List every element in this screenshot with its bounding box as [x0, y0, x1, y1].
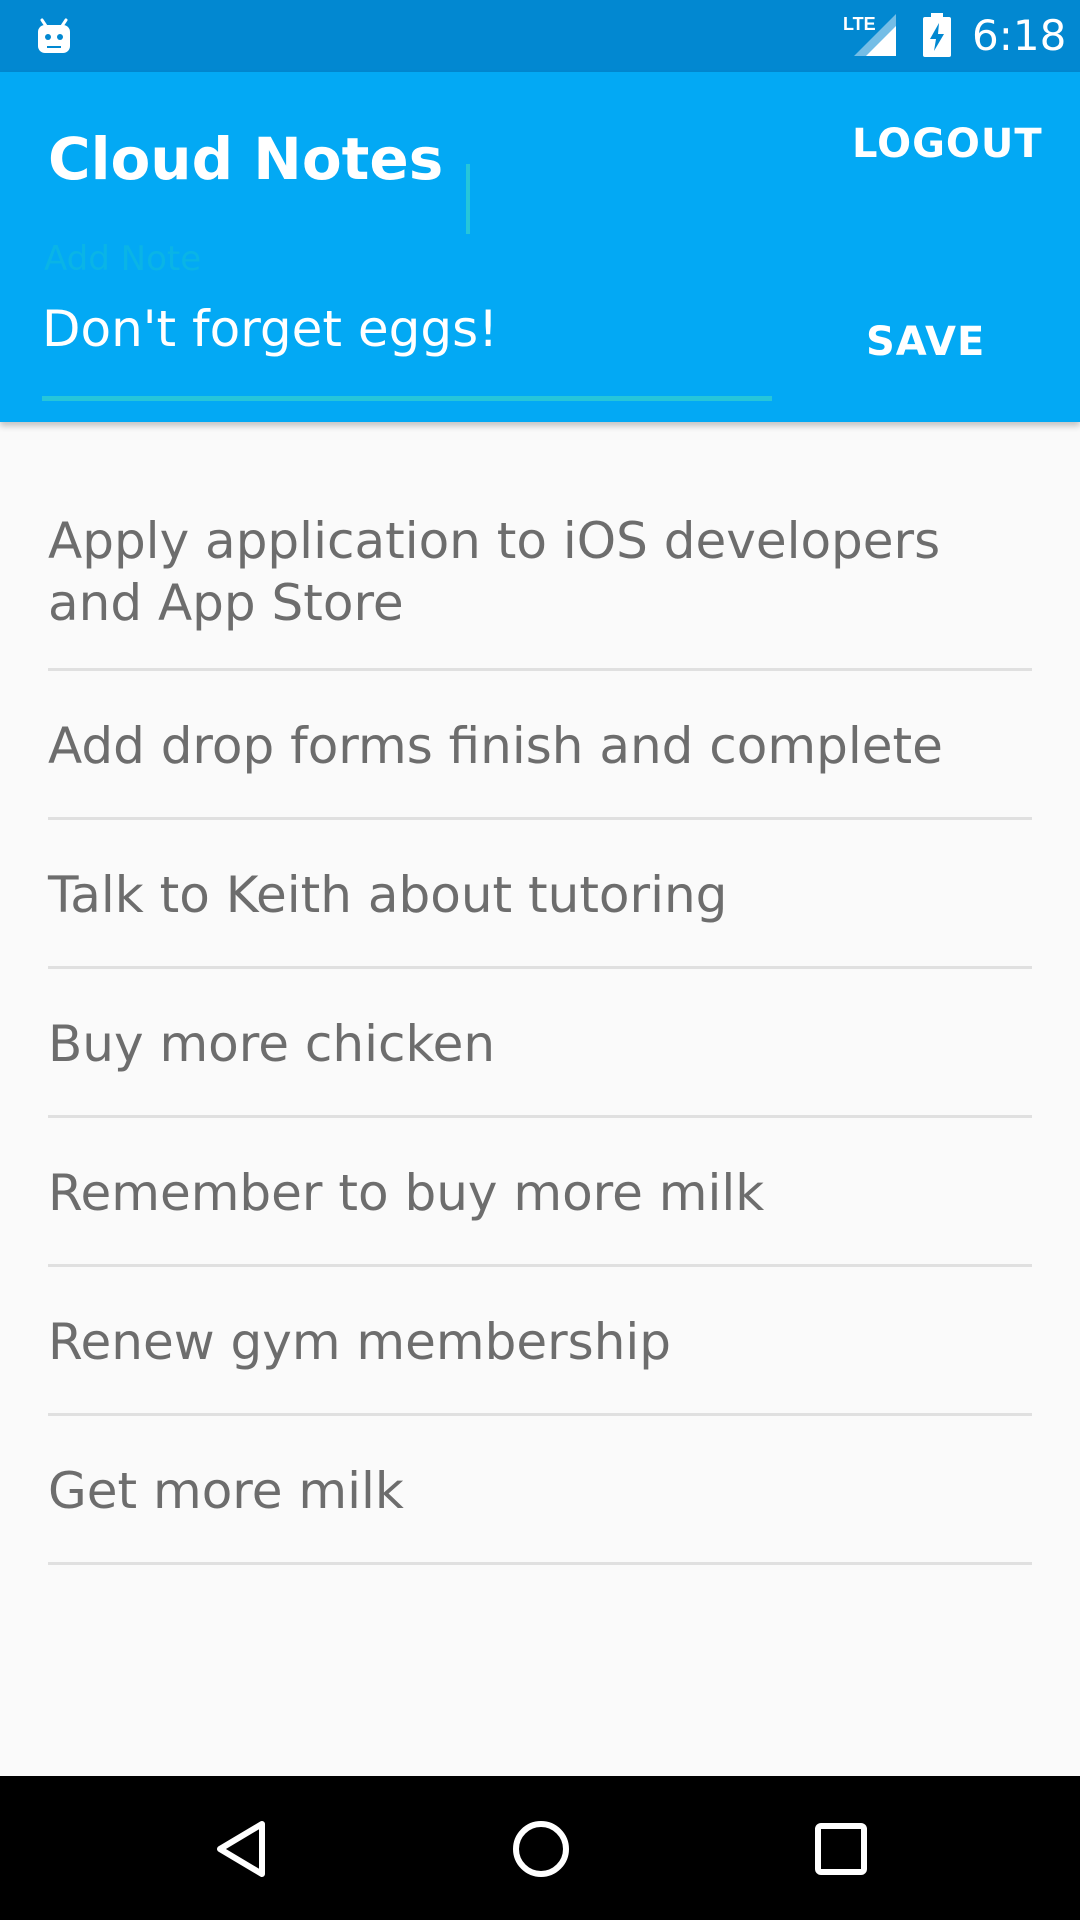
note-item[interactable]: Buy more chicken: [48, 969, 1032, 1118]
note-item[interactable]: Remember to buy more milk: [48, 1118, 1032, 1267]
note-item[interactable]: Renew gym membership: [48, 1267, 1032, 1416]
notes-list: Apply application to iOS developers and …: [48, 448, 1032, 1565]
note-input[interactable]: Don't forget eggs!: [42, 292, 772, 372]
logout-button[interactable]: LOGOUT: [852, 116, 1043, 172]
text-caret: [466, 164, 470, 234]
note-item[interactable]: Get more milk: [48, 1416, 1032, 1565]
note-input-value: Don't forget eggs!: [42, 300, 499, 358]
save-button[interactable]: SAVE: [866, 314, 985, 370]
lte-signal-icon: LTE: [843, 14, 896, 56]
screen: LTE 6:18 Cloud Notes LOGOUT Add Note Don…: [0, 0, 1080, 1920]
note-item[interactable]: Add drop forms finish and complete: [48, 671, 1032, 820]
add-note-hint: Add Note: [44, 239, 202, 279]
android-icon: [38, 18, 70, 53]
status-time: 6:18: [972, 11, 1067, 60]
status-bar: LTE 6:18: [0, 0, 1080, 72]
back-icon[interactable]: [206, 1814, 276, 1884]
note-item[interactable]: Apply application to iOS developers and …: [48, 448, 1032, 671]
app-bar: Cloud Notes LOGOUT Add Note Don't forget…: [0, 72, 1080, 422]
note-input-underline: [42, 396, 772, 401]
navigation-bar: [0, 1776, 1080, 1920]
lte-label: LTE: [843, 14, 876, 34]
home-icon[interactable]: [506, 1814, 576, 1884]
app-title: Cloud Notes: [48, 125, 444, 193]
battery-charging-icon: [923, 13, 951, 57]
note-item[interactable]: Talk to Keith about tutoring: [48, 820, 1032, 969]
recents-icon[interactable]: [806, 1814, 876, 1884]
